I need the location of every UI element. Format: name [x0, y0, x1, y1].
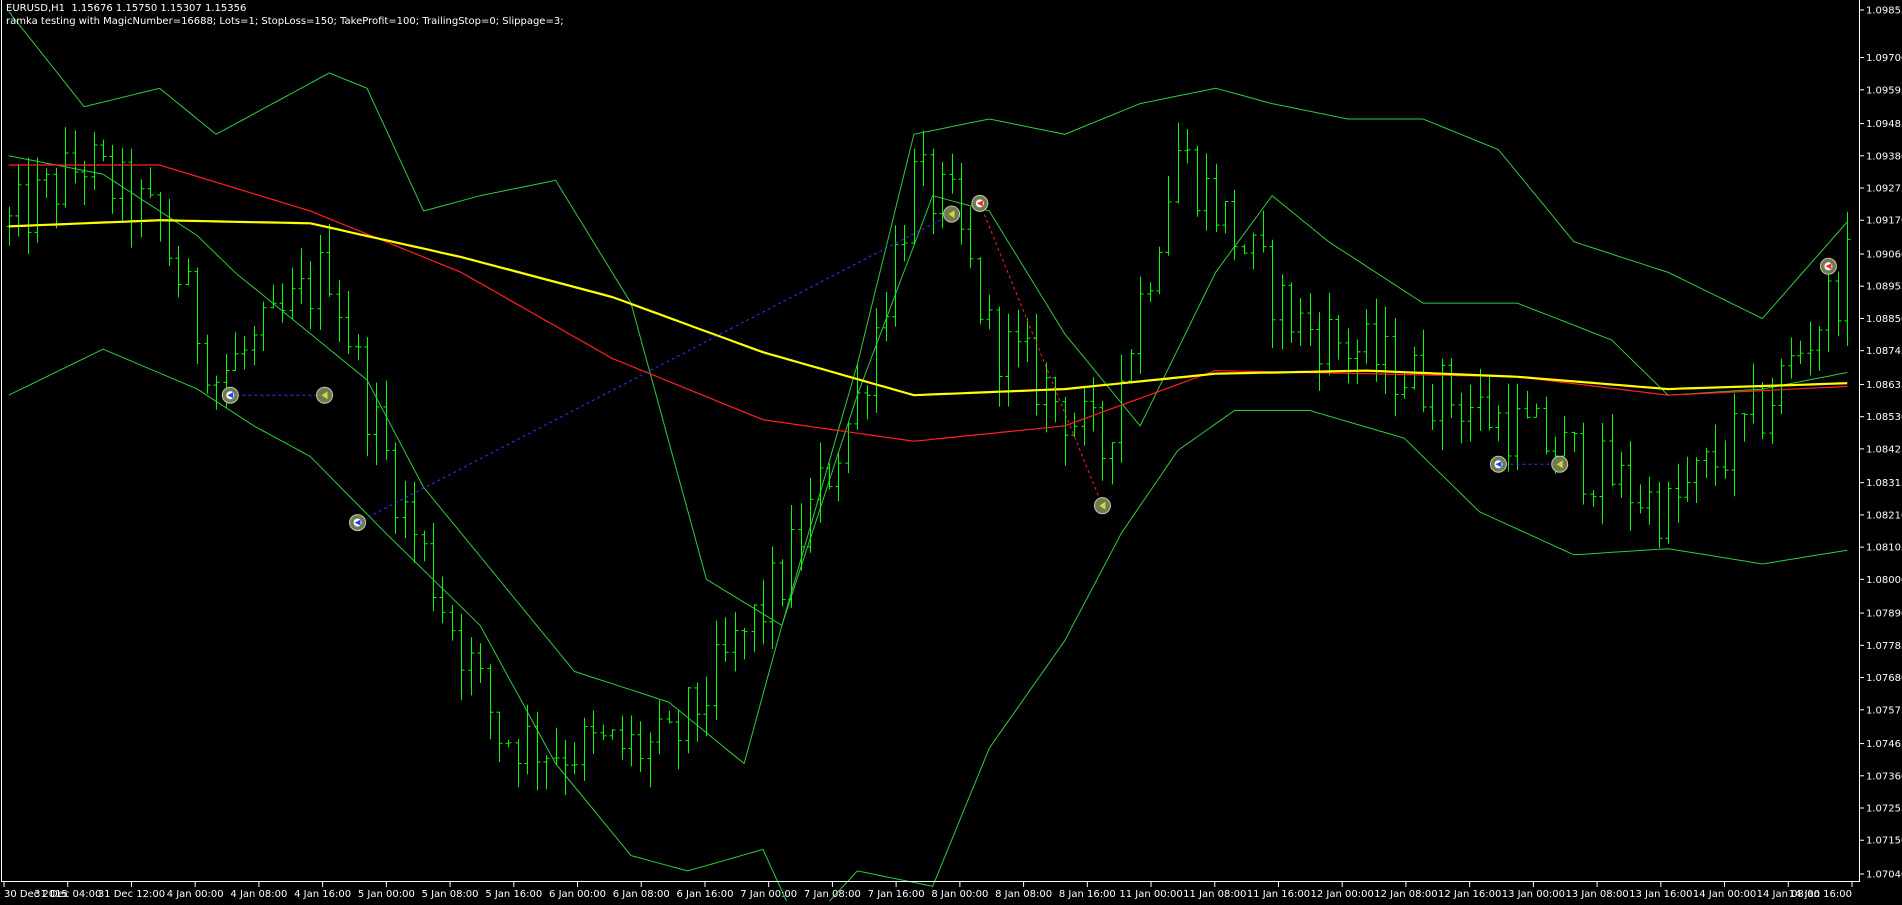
y-tick-label: 1.08315 [1866, 478, 1902, 489]
y-tick-label: 1.08850 [1866, 314, 1902, 325]
y-tick-label: 1.07575 [1866, 705, 1902, 716]
buy-close-marker[interactable] [1551, 455, 1569, 473]
chart-window[interactable]: 1.09855 1.09700 1.09595 1.09485 1.09380 1.092… [0, 0, 1902, 905]
y-tick-label: 1.07890 [1866, 609, 1902, 620]
sell-open-marker[interactable] [1819, 257, 1837, 275]
y-tick-label: 1.08425 [1866, 444, 1902, 455]
y-tick-label: 1.08745 [1866, 346, 1902, 357]
buy-open-marker[interactable] [221, 386, 239, 404]
sell-close-marker[interactable] [1093, 497, 1111, 515]
y-tick-label: 1.09595 [1866, 85, 1902, 96]
x-tick-label: 7 Jan 00:00 [740, 889, 797, 900]
x-tick-label: 11 Jan 16:00 [1247, 889, 1310, 900]
buy-close-marker[interactable] [316, 386, 334, 404]
buy-close-marker[interactable] [943, 205, 961, 223]
y-tick-label: 1.09485 [1866, 119, 1902, 130]
y-tick-label: 1.07255 [1866, 804, 1902, 815]
x-tick-label: 11 Jan 00:00 [1119, 889, 1182, 900]
buy-open-marker[interactable] [349, 514, 367, 532]
y-tick-label: 1.07360 [1866, 771, 1902, 782]
sell-open-marker[interactable] [971, 194, 989, 212]
x-tick-label: 14 Jan 16:00 [1789, 889, 1852, 900]
x-tick-label: 5 Jan 08:00 [422, 889, 479, 900]
y-tick-label: 1.09170 [1866, 216, 1902, 227]
y-tick-label: 1.08105 [1866, 543, 1902, 554]
y-tick-label: 1.07680 [1866, 673, 1902, 684]
x-tick-label: 4 Jan 08:00 [230, 889, 287, 900]
x-tick-label: 12 Jan 08:00 [1374, 889, 1437, 900]
y-tick-label: 1.09380 [1866, 151, 1902, 162]
x-tick-label: 4 Jan 00:00 [167, 889, 224, 900]
x-tick-label: 14 Jan 00:00 [1693, 889, 1756, 900]
y-tick-label: 1.08210 [1866, 510, 1902, 521]
buy-open-marker[interactable] [1489, 455, 1507, 473]
x-tick-label: 8 Jan 00:00 [931, 889, 988, 900]
x-tick-label: 7 Jan 08:00 [804, 889, 861, 900]
x-tick-label: 8 Jan 08:00 [995, 889, 1052, 900]
y-tick-label: 1.09700 [1866, 53, 1902, 64]
x-tick-label: 11 Jan 08:00 [1183, 889, 1246, 900]
y-tick-label: 1.08955 [1866, 282, 1902, 293]
price-chart[interactable]: 1.09855 1.09700 1.09595 1.09485 1.09380 1.092… [0, 0, 1902, 905]
y-tick-label: 1.09275 [1866, 184, 1902, 195]
x-tick-label: 31 Dec 12:00 [98, 889, 165, 900]
x-tick-label: 4 Jan 16:00 [294, 889, 351, 900]
y-tick-label: 1.07465 [1866, 739, 1902, 750]
x-tick-label: 7 Jan 16:00 [868, 889, 925, 900]
x-tick-label: 8 Jan 16:00 [1059, 889, 1116, 900]
symbol-quote-label: EURUSD,H1 1.15676 1.15750 1.15307 1.1535… [6, 3, 247, 14]
expert-advisor-label: ramka testing with MagicNumber=16688; Lo… [6, 16, 564, 27]
x-tick-label: 6 Jan 16:00 [676, 889, 733, 900]
x-tick-label: 13 Jan 08:00 [1565, 889, 1628, 900]
y-tick-label: 1.08530 [1866, 412, 1902, 423]
x-tick-label: 6 Jan 08:00 [613, 889, 670, 900]
x-tick-label: 6 Jan 00:00 [549, 889, 606, 900]
x-tick-label: 31 Dec 04:00 [34, 889, 101, 900]
x-tick-label: 13 Jan 00:00 [1502, 889, 1565, 900]
y-tick-label: 1.08000 [1866, 575, 1902, 586]
x-tick-label: 13 Jan 16:00 [1629, 889, 1692, 900]
y-tick-label: 1.07040 [1866, 870, 1902, 881]
y-tick-label: 1.09060 [1866, 250, 1902, 261]
x-tick-label: 5 Jan 00:00 [358, 889, 415, 900]
plot-background [0, 0, 1902, 901]
y-tick-label: 1.07150 [1866, 836, 1902, 847]
x-tick-label: 12 Jan 00:00 [1311, 889, 1374, 900]
x-tick-label: 12 Jan 16:00 [1438, 889, 1501, 900]
x-tick-label: 5 Jan 16:00 [485, 889, 542, 900]
y-tick-label: 1.09855 [1866, 6, 1902, 17]
y-tick-label: 1.08635 [1866, 380, 1902, 391]
y-tick-label: 1.07785 [1866, 641, 1902, 652]
